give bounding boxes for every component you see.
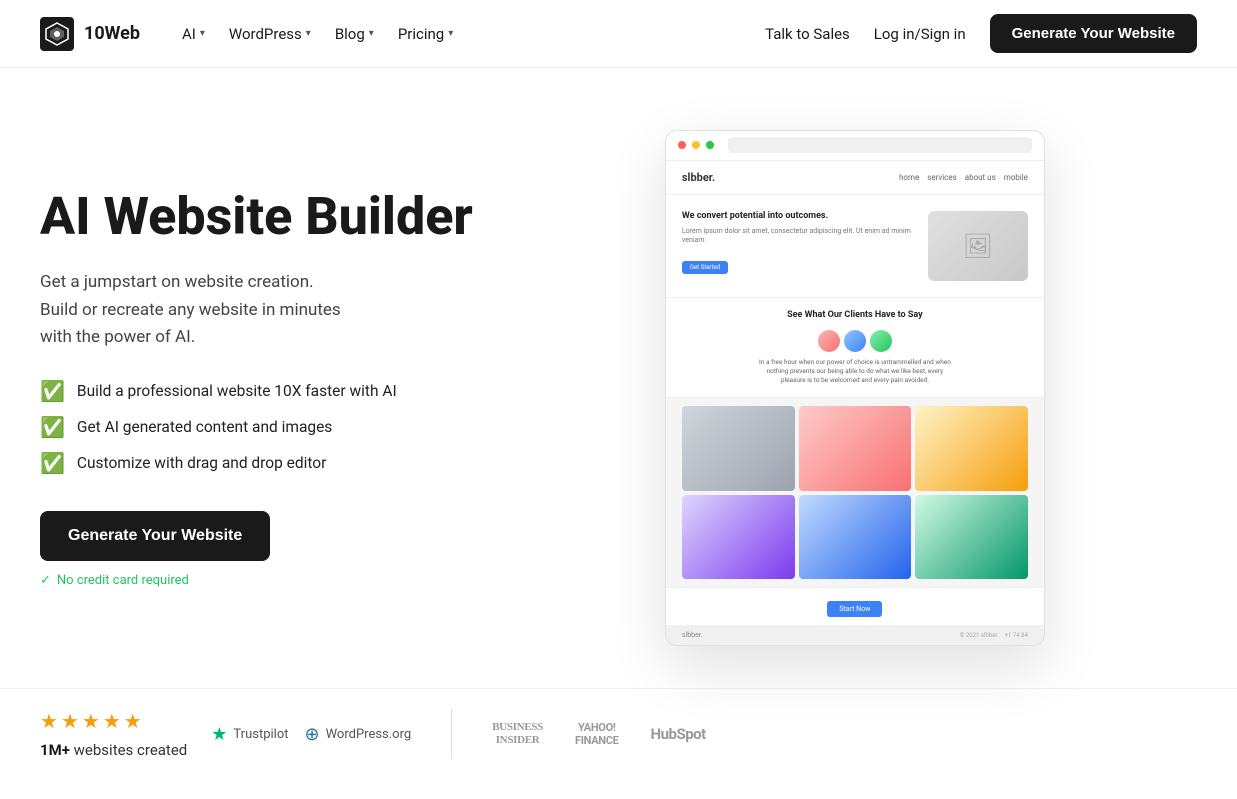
partner-hubspot: HubSpot <box>651 725 706 743</box>
browser-bar <box>666 131 1044 161</box>
hero-title: AI Website Builder <box>40 188 473 245</box>
chevron-down-icon: ▾ <box>369 28 374 39</box>
browser-dot-green <box>706 141 714 149</box>
partner-business-insider: BUSINESSINSIDER <box>492 721 543 747</box>
chevron-down-icon: ▾ <box>448 28 453 39</box>
navbar: 10Web AI ▾ WordPress ▾ Blog ▾ Pricing ▾ … <box>0 0 1237 68</box>
avatar-3 <box>870 330 892 352</box>
nav-item-pricing[interactable]: Pricing ▾ <box>388 19 463 49</box>
trust-badges: ★ Trustpilot ⊕ WordPress.org <box>211 724 411 745</box>
gallery-item-4 <box>682 495 795 580</box>
star-1: ★ <box>40 709 58 733</box>
trust-section: ★ ★ ★ ★ ★ 1M+ websites created ★ Trustpi… <box>0 688 1237 799</box>
mockup-avatars <box>682 330 1028 352</box>
chevron-down-icon: ▾ <box>200 28 205 39</box>
nav-left: 10Web AI ▾ WordPress ▾ Blog ▾ Pricing ▾ <box>40 17 463 51</box>
hero-section: AI Website Builder Get a jumpstart on we… <box>0 68 1237 688</box>
partner-logos: BUSINESSINSIDER YAHOO!FINANCE HubSpot <box>492 721 706 747</box>
wordpress-badge: ⊕ WordPress.org <box>305 724 412 745</box>
mockup-hero-section: We convert potential into outcomes. Lore… <box>666 195 1044 298</box>
mockup-testimonial: In a free hour when our power of choice … <box>682 330 1028 385</box>
star-2: ★ <box>61 709 79 733</box>
browser-url-bar <box>728 137 1032 153</box>
rating-block: ★ ★ ★ ★ ★ 1M+ websites created <box>40 709 187 759</box>
mockup-footer-logo: slbber. <box>682 631 703 639</box>
nav-item-wordpress[interactable]: WordPress ▾ <box>219 19 321 49</box>
partner-yahoo-finance: YAHOO!FINANCE <box>575 721 619 747</box>
feature-item-2: ✅ Get AI generated content and images <box>40 415 473 439</box>
avatar-2 <box>844 330 866 352</box>
trustpilot-badge: ★ Trustpilot <box>211 724 288 745</box>
trustpilot-icon: ★ <box>211 724 227 745</box>
nav-menu: AI ▾ WordPress ▾ Blog ▾ Pricing ▾ <box>172 19 463 49</box>
mockup-navbar: slbber. home services about us mobile <box>666 161 1044 195</box>
star-3: ★ <box>82 709 100 733</box>
no-credit-card-notice: No credit card required <box>40 573 473 588</box>
chevron-down-icon: ▾ <box>306 28 311 39</box>
nav-item-ai[interactable]: AI ▾ <box>172 19 215 49</box>
mockup-gallery <box>666 398 1044 587</box>
gallery-item-6 <box>915 495 1028 580</box>
nav-generate-button[interactable]: Generate Your Website <box>990 14 1197 53</box>
star-5: ★ <box>124 709 142 733</box>
hero-right: slbber. home services about us mobile We… <box>473 130 1197 646</box>
nav-right: Talk to Sales Log in/Sign in Generate Yo… <box>765 14 1197 53</box>
mockup-footer-links: © 2021 slbber. +1 74 84 <box>960 632 1028 639</box>
mockup-hero-text: We convert potential into outcomes. Lore… <box>682 211 918 281</box>
mockup-nav-links: home services about us mobile <box>899 173 1028 182</box>
gallery-item-3 <box>915 406 1028 491</box>
hero-left: AI Website Builder Get a jumpstart on we… <box>40 188 473 588</box>
divider <box>451 709 452 759</box>
image-placeholder-icon: 🖼 <box>963 232 993 260</box>
mockup-hero-image: 🖼 <box>928 211 1028 281</box>
brand-name: 10Web <box>84 23 140 44</box>
check-icon: ✅ <box>40 415 65 439</box>
gallery-item-5 <box>799 495 912 580</box>
avatar-1 <box>818 330 840 352</box>
star-rating: ★ ★ ★ ★ ★ <box>40 709 187 733</box>
browser-dot-red <box>678 141 686 149</box>
gallery-item-1 <box>682 406 795 491</box>
nav-item-blog[interactable]: Blog ▾ <box>325 19 384 49</box>
gallery-item-2 <box>799 406 912 491</box>
feature-item-3: ✅ Customize with drag and drop editor <box>40 451 473 475</box>
logo-icon <box>40 17 74 51</box>
browser-dot-yellow <box>692 141 700 149</box>
star-4: ★ <box>103 709 121 733</box>
hero-generate-button[interactable]: Generate Your Website <box>40 511 270 561</box>
mockup-cta: Start Now <box>666 587 1044 625</box>
website-mockup: slbber. home services about us mobile We… <box>665 130 1045 646</box>
feature-item-1: ✅ Build a professional website 10X faste… <box>40 379 473 403</box>
login-link[interactable]: Log in/Sign in <box>874 25 966 43</box>
check-icon: ✅ <box>40 451 65 475</box>
mockup-logo: slbber. <box>682 171 715 184</box>
websites-count: 1M+ websites created <box>40 741 187 759</box>
hero-subtitle: Get a jumpstart on website creation. Bui… <box>40 269 473 351</box>
mockup-testimonial-section: See What Our Clients Have to Say In a fr… <box>666 298 1044 398</box>
mockup-footer: slbber. © 2021 slbber. +1 74 84 <box>666 625 1044 645</box>
logo[interactable]: 10Web <box>40 17 140 51</box>
talk-to-sales-link[interactable]: Talk to Sales <box>765 25 850 43</box>
wordpress-icon: ⊕ <box>305 724 320 745</box>
hero-features-list: ✅ Build a professional website 10X faste… <box>40 379 473 475</box>
check-icon: ✅ <box>40 379 65 403</box>
